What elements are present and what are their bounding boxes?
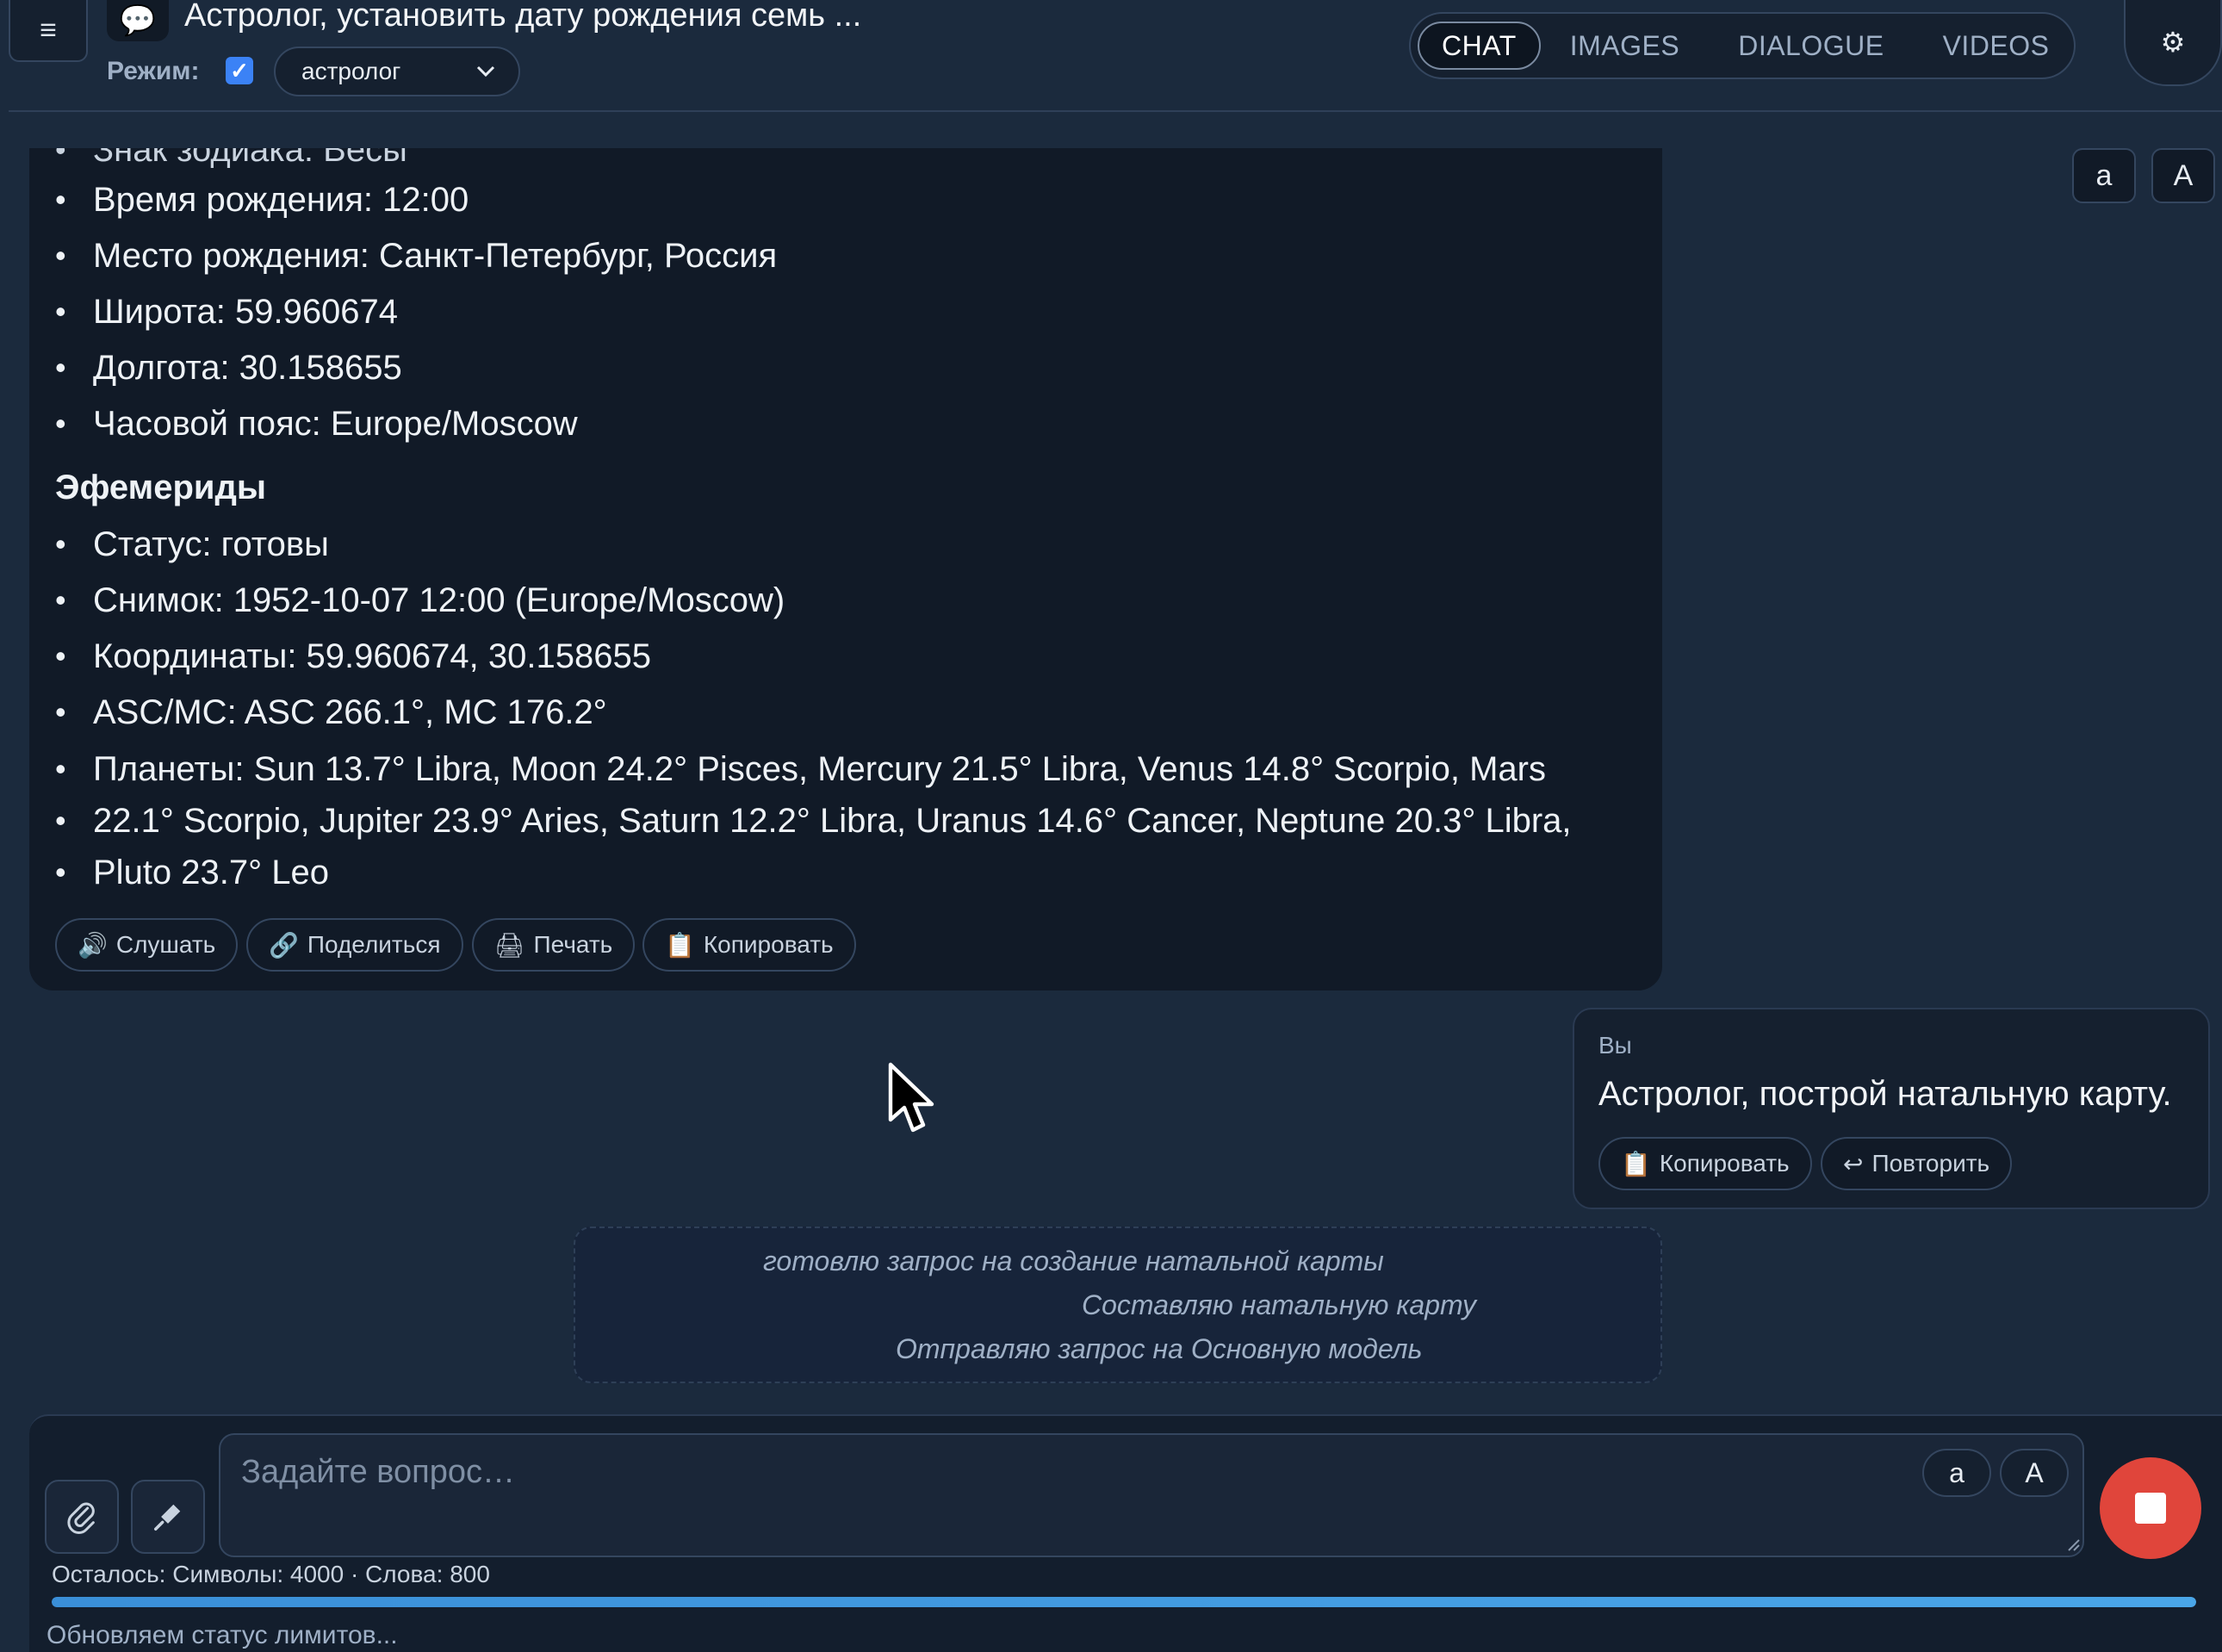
hamburger-menu-button[interactable]: ≡ bbox=[9, 0, 88, 62]
font-increase-button[interactable]: A bbox=[2151, 148, 2215, 203]
share-button[interactable]: 🔗 Поделиться bbox=[246, 918, 463, 972]
list-item: Широта: 59.960674 bbox=[55, 286, 398, 338]
speaker-icon: 🔊 bbox=[78, 931, 108, 959]
list-item-continuation: 22.1° Scorpio, Jupiter 23.9° Aries, Satu… bbox=[55, 795, 1572, 847]
return-arrow-icon: ↩ bbox=[1843, 1150, 1864, 1177]
hamburger-menu-icon: ≡ bbox=[40, 13, 57, 47]
chevron-down-icon bbox=[476, 65, 495, 78]
printer-icon: 🖨 bbox=[494, 931, 525, 959]
user-author: Вы bbox=[1598, 1032, 1632, 1059]
tab-dialogue[interactable]: DIALOGUE bbox=[1709, 22, 1913, 70]
list-item: Статус: готовы bbox=[55, 519, 329, 570]
mode-checkbox[interactable]: ✓ bbox=[226, 57, 253, 84]
settings-button[interactable]: ⚙ bbox=[2124, 0, 2222, 86]
mouse-cursor-icon bbox=[888, 1062, 934, 1133]
mode-select[interactable]: астролог bbox=[274, 47, 520, 96]
user-copy-button[interactable]: 📋 Копировать bbox=[1598, 1137, 1812, 1190]
listen-button[interactable]: 🔊 Слушать bbox=[55, 918, 239, 972]
limits-progress-fill bbox=[52, 1597, 2196, 1607]
list-item: Знак зодиака: Весы bbox=[55, 148, 407, 176]
limits-text: Осталось: Символы: 4000 · Слова: 800 bbox=[52, 1561, 490, 1587]
list-item: Координаты: 59.960674, 30.158655 bbox=[55, 630, 651, 682]
stop-button[interactable] bbox=[2100, 1457, 2201, 1559]
mode-label: Режим: bbox=[107, 57, 200, 85]
listen-label: Слушать bbox=[115, 931, 216, 958]
progress-status-box: готовлю запрос на создание натальной кар… bbox=[574, 1227, 1662, 1383]
limits-status: Обновляем статус лимитов... bbox=[47, 1621, 398, 1649]
repeat-button[interactable]: ↩ Повторить bbox=[1821, 1137, 2013, 1190]
chat-title: Астролог, установить дату рождения семь … bbox=[184, 0, 862, 34]
list-item: Снимок: 1952-10-07 12:00 (Europe/Moscow) bbox=[55, 574, 785, 626]
composer: Задайте вопрос… a A Осталось: Символы: 4… bbox=[29, 1414, 2222, 1652]
repeat-label: Повторить bbox=[1871, 1150, 1990, 1177]
list-item: Долгота: 30.158655 bbox=[55, 342, 402, 394]
question-input-placeholder: Задайте вопрос… bbox=[241, 1454, 516, 1490]
list-item-continuation: Pluto 23.7° Leo bbox=[55, 847, 329, 898]
attach-button[interactable] bbox=[45, 1480, 119, 1554]
question-input[interactable]: Задайте вопрос… a A bbox=[219, 1433, 2084, 1557]
list-item: Часовой пояс: Europe/Moscow bbox=[55, 398, 578, 450]
tab-chat[interactable]: CHAT bbox=[1418, 22, 1541, 70]
share-label: Поделиться bbox=[307, 931, 441, 958]
print-label: Печать bbox=[533, 931, 613, 958]
paperclip-icon bbox=[67, 1502, 95, 1534]
status-line: Отправляю запрос на Основную модель bbox=[896, 1333, 1423, 1364]
status-line: Составляю натальную карту bbox=[1082, 1289, 1476, 1320]
input-font-decrease-button[interactable]: a bbox=[1922, 1449, 1991, 1497]
list-item: Место рождения: Санкт-Петербург, Россия bbox=[55, 230, 777, 282]
microphone-button[interactable] bbox=[131, 1480, 205, 1554]
copy-label: Копировать bbox=[1659, 1150, 1790, 1177]
copy-label: Копировать bbox=[703, 931, 834, 958]
list-item: Планеты: Sun 13.7° Libra, Moon 24.2° Pis… bbox=[55, 743, 1546, 795]
user-message-text: Астролог, построй натальную карту. bbox=[1598, 1075, 2172, 1113]
assistant-message: Знак зодиака: Весы Время рождения: 12:00… bbox=[29, 148, 1662, 991]
clipboard-icon: 📋 bbox=[665, 931, 695, 959]
resize-handle-icon[interactable] bbox=[2065, 1537, 2081, 1552]
tab-videos[interactable]: VIDEOS bbox=[1914, 22, 2079, 70]
limits-progress-bar bbox=[52, 1597, 2196, 1607]
user-message: Вы Астролог, построй натальную карту. 📋 … bbox=[1573, 1008, 2210, 1209]
list-item: Время рождения: 12:00 bbox=[55, 174, 469, 226]
stop-icon bbox=[2135, 1493, 2166, 1524]
print-button[interactable]: 🖨 Печать bbox=[472, 918, 636, 972]
tab-images[interactable]: IMAGES bbox=[1541, 22, 1709, 70]
checkmark-icon: ✓ bbox=[230, 57, 249, 84]
input-font-increase-button[interactable]: A bbox=[2000, 1449, 2069, 1497]
font-decrease-button[interactable]: a bbox=[2072, 148, 2136, 203]
link-icon: 🔗 bbox=[269, 931, 299, 959]
list-item: ASC/MC: ASC 266.1°, MC 176.2° bbox=[55, 686, 607, 738]
speech-bubble-icon: 💬 bbox=[107, 0, 169, 41]
copy-button[interactable]: 📋 Копировать bbox=[642, 918, 856, 972]
clipboard-icon: 📋 bbox=[1621, 1150, 1651, 1177]
microphone-icon bbox=[154, 1504, 181, 1531]
ephemeris-heading: Эфемериды bbox=[55, 469, 267, 506]
gear-icon: ⚙ bbox=[2160, 27, 2186, 58]
status-line: готовлю запрос на создание натальной кар… bbox=[763, 1245, 1384, 1276]
mode-select-value: астролог bbox=[301, 58, 401, 84]
mode-tabs: CHAT IMAGES DIALOGUE VIDEOS bbox=[1409, 12, 2076, 79]
